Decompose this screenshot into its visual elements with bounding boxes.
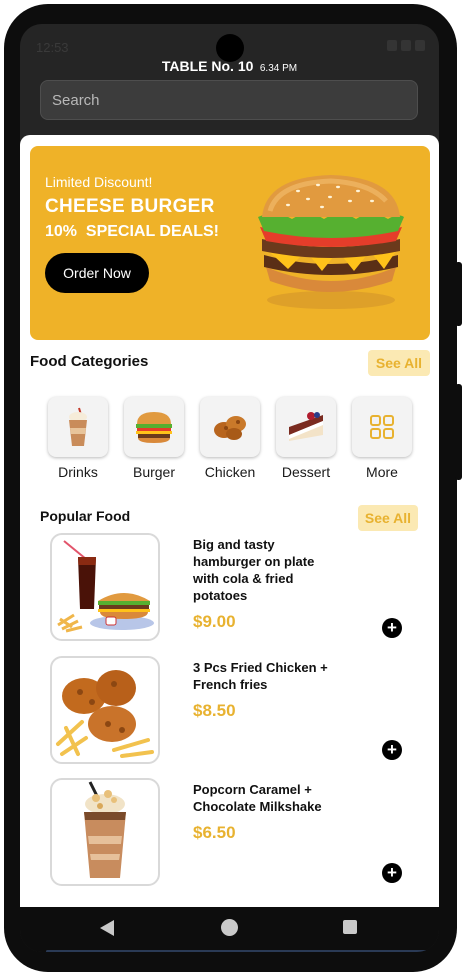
table-time: 6.34 PM [259, 63, 298, 74]
plus-icon: + [387, 618, 397, 637]
status-time: 12:53 [36, 40, 69, 55]
add-to-cart-button-1[interactable]: + [382, 618, 402, 638]
category-label: Drinks [58, 464, 98, 480]
android-nav-bar [20, 907, 439, 952]
food-price-1: $9.00 [193, 612, 236, 631]
add-to-cart-button-3[interactable]: + [382, 863, 402, 883]
category-more[interactable]: More [350, 397, 414, 480]
burger-icon [136, 412, 172, 443]
category-label: Burger [132, 464, 176, 480]
food-name-3: Popcorn Caramel + Chocolate Milkshake [193, 782, 322, 814]
power-button [455, 262, 462, 326]
status-icons [387, 40, 425, 51]
bottom-edge-line [46, 950, 439, 952]
category-label: More [366, 464, 398, 480]
table-label: TABLE No. 10 [161, 58, 254, 74]
cake-icon [289, 412, 323, 441]
search-input[interactable] [41, 81, 417, 119]
milkshake-icon [69, 407, 87, 446]
recent-apps-icon[interactable] [343, 920, 357, 934]
food-name-2: 3 Pcs Fried Chicken + French fries [193, 660, 328, 692]
back-icon[interactable] [100, 920, 114, 936]
categories-see-all-button[interactable]: See All [368, 350, 430, 376]
food-image-2[interactable] [50, 656, 160, 764]
search-box[interactable] [40, 80, 418, 120]
category-burger[interactable]: Burger [122, 397, 186, 480]
table-header: TABLE No. 10 6.34 PM [20, 58, 439, 76]
category-dessert[interactable]: Dessert [274, 397, 338, 480]
milkshake-image [84, 781, 126, 878]
add-to-cart-button-2[interactable]: + [382, 740, 402, 760]
fried-chicken-icon [214, 416, 246, 440]
cheese-burger-image [258, 175, 404, 309]
main-content: Limited Discount! CHEESE BURGER 10% SPEC… [20, 135, 439, 907]
category-drinks[interactable]: Drinks [46, 397, 110, 480]
promo-banner[interactable]: Limited Discount! CHEESE BURGER 10% SPEC… [30, 146, 430, 340]
signal-icon [401, 40, 411, 51]
category-label: Dessert [281, 464, 331, 480]
wifi-icon [387, 40, 397, 51]
home-icon[interactable] [221, 919, 238, 936]
banner-deal: 10% SPECIAL DEALS! [45, 223, 219, 240]
category-chicken[interactable]: Chicken [198, 397, 262, 480]
order-now-button[interactable]: Order Now [45, 253, 149, 293]
food-price-3: $6.50 [193, 823, 236, 842]
banner-subtitle: Limited Discount! [45, 174, 153, 190]
grid-icon [370, 415, 394, 439]
food-name-1: Big and tasty hamburger on plate with co… [193, 537, 315, 603]
plus-icon: + [387, 740, 397, 759]
plus-icon: + [387, 863, 397, 882]
fried-chicken-fries-image [56, 670, 154, 758]
volume-button [455, 384, 462, 480]
popular-see-all-button[interactable]: See All [358, 505, 418, 531]
banner-title: CHEESE BURGER [45, 196, 215, 217]
burger-cola-fries-image [57, 540, 154, 633]
food-image-1[interactable] [50, 533, 160, 641]
popular-food-title: Popular Food [40, 508, 131, 524]
category-label: Chicken [204, 464, 256, 480]
food-price-2: $8.50 [193, 701, 236, 720]
food-image-3[interactable] [50, 778, 160, 886]
screen: 12:53 TABLE No. 10 6.34 PM Limited Disco… [20, 24, 439, 952]
food-categories-title: Food Categories [30, 353, 149, 370]
battery-icon [415, 40, 425, 51]
